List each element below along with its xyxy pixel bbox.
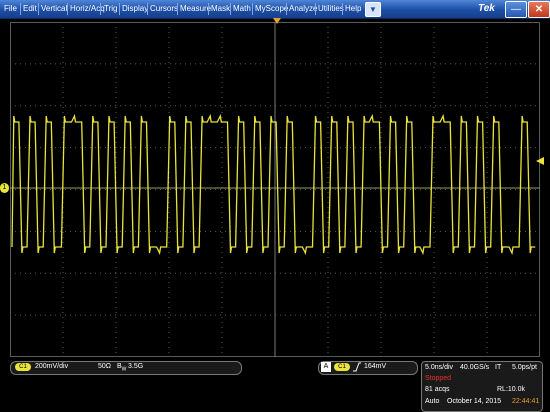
timebase: 5.0ns/div [425,364,454,371]
menu-separator [208,3,209,15]
channel-impedance: 50Ω [98,363,112,370]
menu-math[interactable]: Math [233,0,251,18]
menu-help[interactable]: Help [345,0,361,18]
menu-separator [119,3,120,15]
menu-vertical[interactable]: Vertical [41,0,67,18]
menu-trig[interactable]: Trig [104,0,117,18]
trigger-level: 164mV [364,363,387,370]
acquisition-count: 81 acqs [425,386,450,393]
minimize-button[interactable]: — [505,1,527,18]
menu-separator [100,3,101,15]
trigger-level-marker[interactable] [536,157,544,165]
bandwidth-label: BW [117,363,127,373]
rising-edge-icon [353,362,361,372]
menu-separator [20,3,21,15]
menu-cursors[interactable]: Cursors [150,0,178,18]
record-length: RL:10.0k [497,386,526,393]
menu-edit[interactable]: Edit [23,0,37,18]
close-icon: ✕ [534,4,544,15]
waveform-display[interactable] [10,22,540,357]
channel-badge: C1 [15,363,31,371]
menu-separator [177,3,178,15]
menu-separator [147,3,148,15]
trigger-position-marker[interactable] [273,18,281,24]
resolution: 5.0ps/pt [512,364,537,371]
menu-file[interactable]: File [4,0,17,18]
close-button[interactable]: ✕ [528,1,550,18]
menu-mask[interactable]: Mask [211,0,230,18]
acquisition-date: October 14, 2015 [447,398,502,405]
menu-separator [286,3,287,15]
menu-measure[interactable]: Measure [180,0,211,18]
acq-mode: IT [495,364,502,371]
acquisition-time: 22:44:41 [512,398,540,405]
menu-utilities[interactable]: Utilities [318,0,344,18]
trigger-mode-icon: A [321,362,331,372]
menu-separator [342,3,343,15]
trigger-channel-badge: C1 [334,363,350,371]
sample-rate: 40.0GS/s [460,364,490,371]
bandwidth-value: 3.5G [128,363,144,370]
ch1-ground-marker[interactable]: 1 [0,183,9,193]
menu-dropdown-button[interactable]: ▼ [365,2,381,17]
menu-display[interactable]: Display [122,0,148,18]
menu-separator [38,3,39,15]
ch1-marker-label: 1 [2,184,7,191]
tek-logo: Tek [478,3,495,14]
menu-separator [315,3,316,15]
minimize-icon: — [511,4,521,15]
channel-scale: 200mV/div [35,363,69,370]
ch1-waveform [11,113,536,256]
menu-bar: File Edit Vertical Horiz/Acq Trig Displa… [0,0,550,19]
menu-separator [252,3,253,15]
graticule [10,22,540,357]
triangle-down-icon: ▼ [369,5,377,14]
menu-separator [230,3,231,15]
menu-separator [67,3,68,15]
menu-myscope[interactable]: MyScope [255,0,288,18]
trigger-auto-mode: Auto [425,398,440,405]
acquisition-state: Stopped [425,375,452,382]
menu-analyze[interactable]: Analyze [289,0,317,18]
